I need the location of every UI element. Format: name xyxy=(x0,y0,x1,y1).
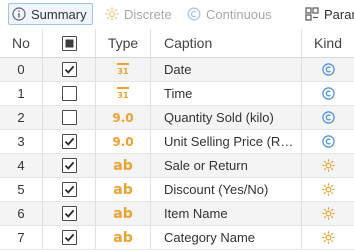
continuous-label: Continuous xyxy=(206,6,272,22)
row-caption: Time xyxy=(164,86,193,101)
text-type-icon: ab xyxy=(113,229,133,246)
param-label: Param xyxy=(324,6,354,22)
continuous-kind-icon xyxy=(302,58,354,81)
row-number: 4 xyxy=(17,158,25,173)
discrete-button[interactable]: Discrete xyxy=(105,3,172,25)
row-number: 2 xyxy=(17,110,25,125)
row-checkbox[interactable] xyxy=(61,230,77,245)
continuous-icon xyxy=(187,7,201,21)
table-row[interactable]: 3 9.0 Unit Selling Price (R… xyxy=(0,130,354,154)
continuous-button[interactable]: Continuous xyxy=(187,3,272,25)
row-checkbox[interactable] xyxy=(61,62,77,77)
discrete-kind-icon xyxy=(302,202,354,225)
row-checkbox-cell[interactable] xyxy=(43,130,95,153)
row-caption: Discount (Yes/No) xyxy=(164,182,269,197)
table-row[interactable]: 7 ab Category Name xyxy=(0,226,354,250)
row-number: 0 xyxy=(17,62,25,77)
summary-label: Summary xyxy=(31,6,87,22)
info-icon xyxy=(12,7,26,21)
header-kind[interactable]: Kind xyxy=(302,29,354,57)
numeric-type-icon: 9.0 xyxy=(112,134,134,149)
row-checkbox[interactable] xyxy=(61,158,77,173)
row-checkbox[interactable] xyxy=(61,86,77,101)
discrete-kind-icon xyxy=(302,154,354,177)
header-checkbox-cell[interactable] xyxy=(43,29,95,57)
table-row[interactable]: 0 31 Date xyxy=(0,58,354,82)
text-type-icon: ab xyxy=(113,157,133,174)
header-no[interactable]: No xyxy=(0,29,42,57)
table-row[interactable]: 1 31 Time xyxy=(0,82,354,106)
continuous-kind-icon xyxy=(302,82,354,105)
row-number: 5 xyxy=(17,182,25,197)
table-header: No Type Caption Kind xyxy=(0,29,354,58)
row-caption: Item Name xyxy=(164,206,228,221)
discrete-kind-icon xyxy=(302,226,354,249)
param-icon xyxy=(305,7,319,21)
continuous-kind-icon xyxy=(302,130,354,153)
discrete-label: Discrete xyxy=(124,6,172,22)
table-row[interactable]: 6 ab Item Name xyxy=(0,202,354,226)
select-all-checkbox[interactable] xyxy=(61,35,77,51)
row-checkbox-cell[interactable] xyxy=(43,58,95,81)
param-button[interactable]: Param xyxy=(305,3,354,25)
row-caption: Sale or Return xyxy=(164,158,248,173)
text-type-icon: ab xyxy=(113,181,133,198)
row-number: 3 xyxy=(17,134,25,149)
row-caption: Category Name xyxy=(164,230,256,245)
toolbar: Summary Discrete Continuous Param xyxy=(0,0,354,29)
date-type-icon: 31 xyxy=(96,82,150,105)
text-type-icon: ab xyxy=(113,205,133,222)
numeric-type-icon: 9.0 xyxy=(112,110,134,125)
row-caption: Unit Selling Price (R… xyxy=(164,134,294,149)
table-row[interactable]: 4 ab Sale or Return xyxy=(0,154,354,178)
discrete-icon xyxy=(105,7,119,21)
table-row[interactable]: 5 ab Discount (Yes/No) xyxy=(0,178,354,202)
row-caption: Quantity Sold (kilo) xyxy=(164,110,274,125)
row-checkbox[interactable] xyxy=(61,134,77,149)
row-checkbox-cell[interactable] xyxy=(43,82,95,105)
row-number: 1 xyxy=(17,86,25,101)
row-checkbox-cell[interactable] xyxy=(43,226,95,249)
row-checkbox-cell[interactable] xyxy=(43,106,95,129)
row-number: 7 xyxy=(17,230,25,245)
row-number: 6 xyxy=(17,206,25,221)
date-type-icon: 31 xyxy=(96,58,150,81)
row-checkbox[interactable] xyxy=(61,206,77,221)
row-checkbox[interactable] xyxy=(61,110,77,125)
row-checkbox-cell[interactable] xyxy=(43,202,95,225)
row-checkbox[interactable] xyxy=(61,182,77,197)
row-checkbox-cell[interactable] xyxy=(43,178,95,201)
header-type[interactable]: Type xyxy=(96,29,150,57)
table-row[interactable]: 2 9.0 Quantity Sold (kilo) xyxy=(0,106,354,130)
row-caption: Date xyxy=(164,62,192,77)
discrete-kind-icon xyxy=(302,178,354,201)
summary-button[interactable]: Summary xyxy=(8,3,93,25)
header-caption[interactable]: Caption xyxy=(151,29,301,57)
row-checkbox-cell[interactable] xyxy=(43,154,95,177)
continuous-kind-icon xyxy=(302,106,354,129)
